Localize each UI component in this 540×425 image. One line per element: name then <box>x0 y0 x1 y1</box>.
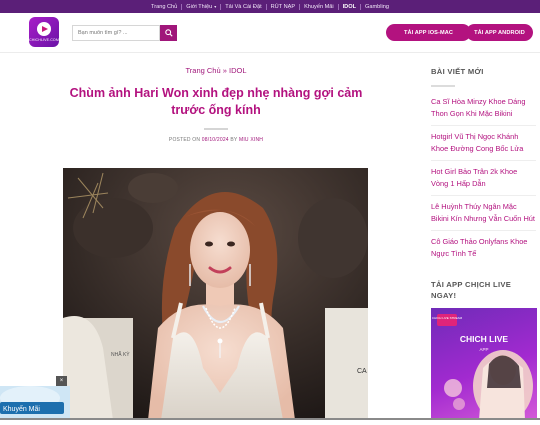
nav-item-promotions[interactable]: Khuyến Mãi <box>300 4 338 10</box>
article-main: Trang Chủ » IDOL Chùm ảnh Hari Won xinh … <box>40 66 392 143</box>
recent-post-link[interactable]: Lê Huỳnh Thúy Ngân Mặc Bikini Kín Nhưng … <box>431 201 536 231</box>
search-input[interactable] <box>72 25 160 41</box>
site-logo[interactable]: CHICHLIVE.COM <box>29 17 59 47</box>
article-photo: NHÃ KỲ CA <box>63 168 368 420</box>
nav-item-label: RÚT NẠP <box>270 3 296 10</box>
search-button[interactable] <box>160 25 177 41</box>
floating-promo-widget[interactable]: Khuyến Mãi <box>0 386 70 420</box>
nav-item-label: IDOL <box>342 3 356 10</box>
recent-posts-heading: BÀI VIẾT MỚI <box>431 67 484 76</box>
floating-promo-art: Khuyến Mãi <box>0 386 70 420</box>
recent-post-link[interactable]: Hotgirl Vũ Thị Ngọc Khánh Khoe Đường Con… <box>431 131 536 161</box>
author-link[interactable]: MIU XINH <box>239 137 263 143</box>
post-date-link[interactable]: 08/10/2024 <box>202 137 229 143</box>
article-photo-art: NHÃ KỲ CA <box>63 168 368 420</box>
recent-post-link[interactable]: Ca Sĩ Hòa Minzy Khoe Dáng Thon Gọn Khi M… <box>431 96 536 126</box>
promo-brand-text: CHICH LIVE <box>460 334 509 344</box>
nav-item-label: Tải Và Cài Đặt <box>225 3 262 10</box>
breadcrumb-home-link[interactable]: Trang Chủ <box>185 66 220 75</box>
close-icon[interactable]: × <box>56 376 67 386</box>
nav-item-label: Gambling <box>365 3 389 10</box>
nav-item-gambling[interactable]: Gambling <box>361 4 393 10</box>
svg-text:CA: CA <box>357 368 367 375</box>
nav-item-idol[interactable]: IDOL <box>339 4 360 10</box>
promo-sub-text: APP <box>479 347 488 352</box>
title-divider <box>204 128 228 130</box>
top-nav-bar: Trang Chủ Giới Thiệu ▾ Tải Và Cài Đặt RÚT… <box>0 0 540 13</box>
app-promo-banner[interactable]: CHICH LIVE STREAM CHICH LIVE APP <box>431 308 537 420</box>
chevron-down-icon: ▾ <box>214 4 217 9</box>
app-promo-art: CHICH LIVE STREAM CHICH LIVE APP <box>432 314 533 420</box>
sidebar: BÀI VIẾT MỚI Ca Sĩ Hòa Minzy Khoe Dáng T… <box>431 66 536 320</box>
promo-badge-text: CHICH LIVE STREAM <box>432 316 463 320</box>
posted-on-label: POSTED ON <box>168 137 201 143</box>
by-label: BY <box>230 137 238 143</box>
nav-item-label: Giới Thiệu <box>186 3 213 10</box>
nav-item-download[interactable]: Tải Và Cài Đặt <box>221 4 265 10</box>
download-android-button[interactable]: TẢI APP ANDROID <box>466 24 533 41</box>
breadcrumb-current-link[interactable]: IDOL <box>229 66 247 75</box>
site-header: CHICHLIVE.COM TẢI APP IOS-MAC TẢI APP AN… <box>0 13 540 53</box>
recent-post-link[interactable]: Hot Girl Bảo Trân 2k Khoe Vòng 1 Hấp Dẫn <box>431 166 536 196</box>
floating-promo-label: Khuyến Mãi <box>3 404 40 413</box>
nav-item-label: Trang Chủ <box>151 3 178 10</box>
app-download-heading: TẢI APP CHỊCH LIVE NGAY! <box>431 280 512 300</box>
nav-item-about[interactable]: Giới Thiệu ▾ <box>182 4 220 10</box>
search-box <box>72 25 177 41</box>
sidebar-divider <box>431 85 455 87</box>
recent-post-link[interactable]: Cô Giáo Thảo Onlyfans Khoe Ngực Tình Tế <box>431 236 536 265</box>
search-icon <box>164 29 173 37</box>
nav-item-home[interactable]: Trang Chủ <box>147 4 181 10</box>
nav-item-withdraw[interactable]: RÚT NẠP <box>267 4 299 10</box>
logo-text: CHICHLIVE.COM <box>29 38 59 42</box>
breadcrumb: Trang Chủ » IDOL <box>40 66 392 75</box>
nav-item-label: Khuyến Mãi <box>304 3 334 10</box>
svg-text:NHÃ KỲ: NHÃ KỲ <box>111 351 130 358</box>
article-meta: POSTED ON 08/10/2024 BY MIU XINH <box>40 137 392 143</box>
play-icon <box>37 22 51 36</box>
download-ios-button[interactable]: TẢI APP IOS-MAC <box>386 24 471 41</box>
breadcrumb-separator: » <box>222 66 227 75</box>
article-title: Chùm ảnh Hari Won xinh đẹp nhẹ nhàng gợi… <box>69 86 363 117</box>
